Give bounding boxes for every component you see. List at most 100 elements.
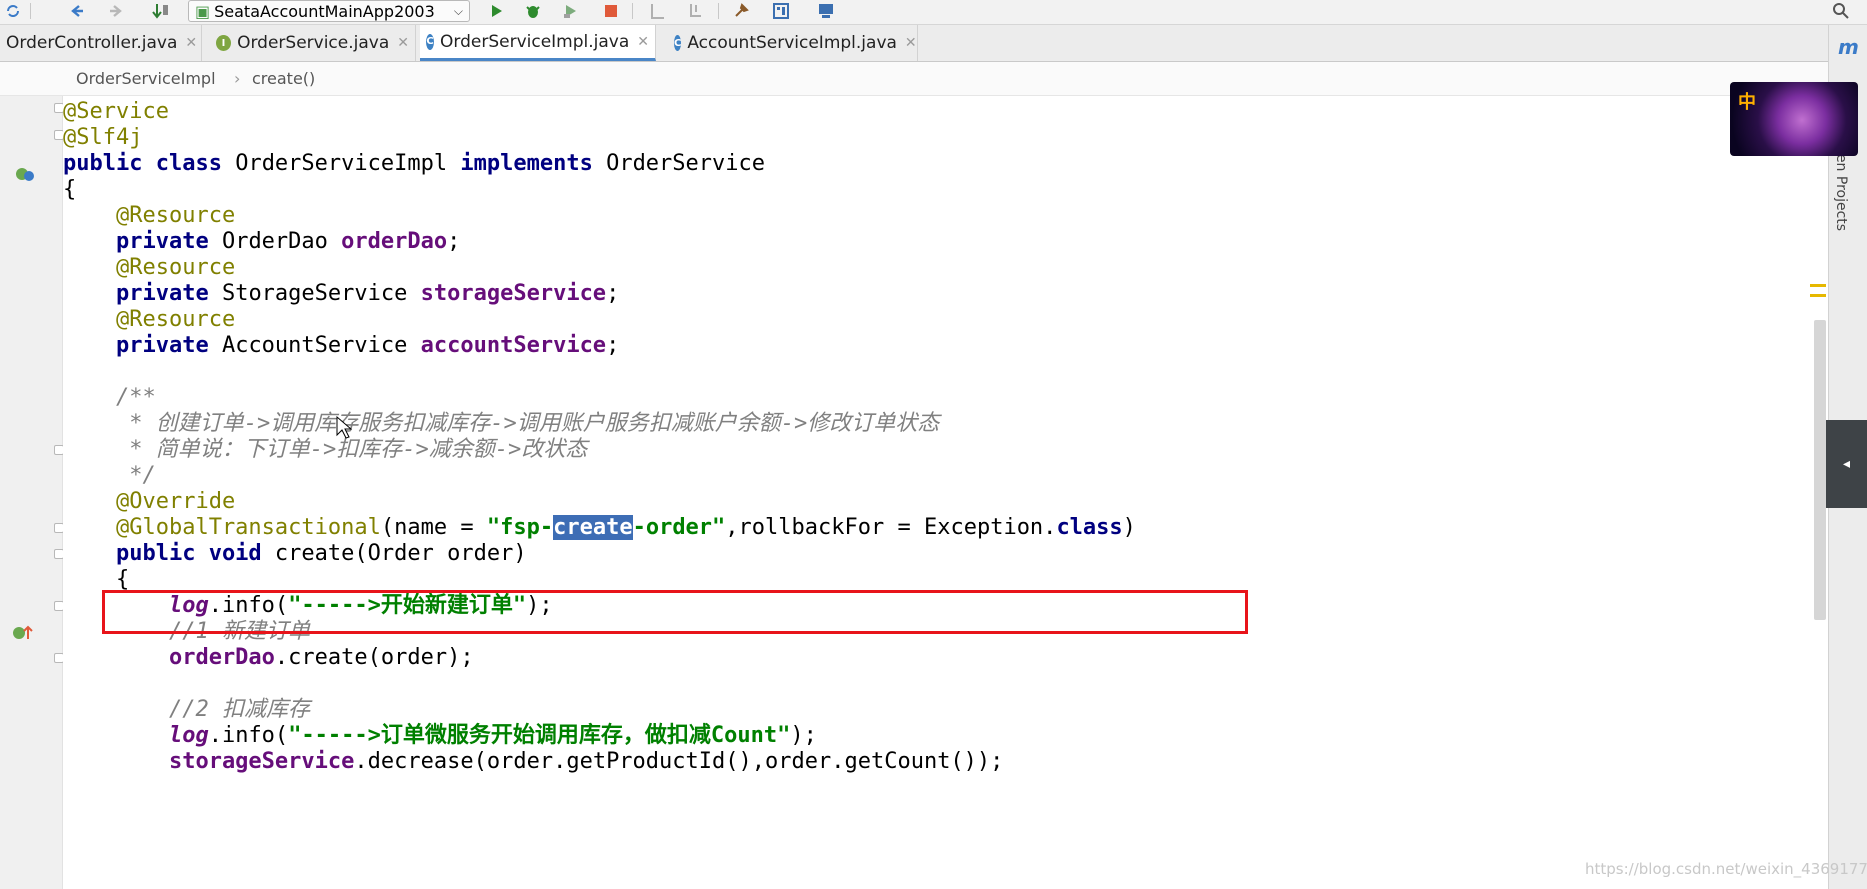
tab-ordercontroller[interactable]: OrderController.java ✕ xyxy=(0,25,202,61)
code-text: ,rollbackFor = Exception. xyxy=(725,515,1057,540)
punct: ); xyxy=(790,723,817,748)
toolbar-separator xyxy=(718,3,719,19)
run-config-label: SeataAccountMainApp2003 xyxy=(214,1,435,21)
build-icon[interactable] xyxy=(150,1,172,21)
close-icon[interactable]: ✕ xyxy=(397,35,409,51)
comment: * 创建订单->调用库存服务扣减库存->调用账户服务扣减账户余额->修改订单状态 xyxy=(63,411,940,436)
brace: { xyxy=(63,177,77,202)
annotation: @Slf4j xyxy=(63,125,143,150)
project-structure-icon[interactable] xyxy=(770,1,792,21)
settings-icon[interactable] xyxy=(730,1,752,21)
field: storageService xyxy=(63,749,355,774)
class-file-icon: C xyxy=(426,33,435,50)
tab-orderservice[interactable]: I OrderService.java ✕ xyxy=(210,25,416,61)
comment: */ xyxy=(63,463,156,488)
watermark: https://blog.csdn.net/weixin_43691773 xyxy=(1585,860,1867,878)
breadcrumb-class[interactable]: OrderServiceImpl xyxy=(76,69,216,88)
vertical-scrollbar[interactable] xyxy=(1814,320,1826,620)
code-text: (name = xyxy=(380,515,487,540)
error-stripe-marker[interactable] xyxy=(1810,294,1826,297)
punct: ; xyxy=(447,229,461,254)
stop-icon[interactable] xyxy=(600,1,622,21)
deploy-icon[interactable] xyxy=(815,1,837,21)
punct: ; xyxy=(606,333,620,358)
string: -order" xyxy=(632,515,726,540)
code-text: .decrease(order.getProductId(),order.get… xyxy=(354,749,1004,774)
run-config-icon: ▣ xyxy=(195,1,211,21)
field: accountService xyxy=(420,333,607,358)
code-line: storageService.decrease(order.getProduct… xyxy=(63,746,1003,777)
implements-method-icon[interactable] xyxy=(12,624,34,646)
punct: ; xyxy=(606,281,620,306)
editor-gutter xyxy=(0,96,64,889)
tab-label: OrderService.java xyxy=(237,33,390,53)
string: "fsp- xyxy=(486,515,554,540)
interface-name: OrderService xyxy=(592,151,766,176)
forward-icon[interactable] xyxy=(105,1,127,21)
brace: { xyxy=(63,567,130,592)
type: AccountService xyxy=(208,333,421,358)
code-editor[interactable]: @Service @Slf4j public class OrderServic… xyxy=(63,96,1828,889)
tab-label: OrderServiceImpl.java xyxy=(440,31,630,52)
overlay-text: 中 xyxy=(1738,92,1756,113)
interface-file-icon: I xyxy=(216,35,232,51)
code-text: create(Order order) xyxy=(261,541,527,566)
annotation: @Resource xyxy=(63,307,236,332)
main-toolbar: ▣ SeataAccountMainApp2003 ⌵ xyxy=(0,0,1867,25)
video-overlay-thumbnail: 中 xyxy=(1730,82,1858,156)
close-icon[interactable]: ✕ xyxy=(185,35,197,51)
search-icon[interactable] xyxy=(1830,1,1852,21)
field: storageService xyxy=(420,281,607,306)
code-line: private AccountService accountService; xyxy=(63,330,619,361)
structure-icon[interactable] xyxy=(647,1,669,21)
annotation: @Override xyxy=(63,489,236,514)
code-line: public void create(Order order) xyxy=(63,538,527,569)
highlight-box xyxy=(102,590,1248,634)
annotation: @Service xyxy=(63,99,169,124)
code-line: orderDao.create(order); xyxy=(63,642,474,673)
sync-icon[interactable] xyxy=(2,1,24,21)
selected-text: create xyxy=(553,515,633,540)
close-icon[interactable]: ✕ xyxy=(637,34,649,50)
string: "----->订单微服务开始调用库存，做扣减Count" xyxy=(288,723,791,748)
tab-accountserviceimpl[interactable]: C AccountServiceImpl.java ✕ xyxy=(668,25,918,61)
annotation: @GlobalTransactional xyxy=(63,515,381,540)
tab-orderserviceimpl[interactable]: C OrderServiceImpl.java ✕ xyxy=(420,25,656,61)
keyword: private xyxy=(63,333,209,358)
chevron-left-icon: ◂ xyxy=(1842,456,1851,472)
class-name: OrderServiceImpl xyxy=(221,151,461,176)
toolbar-separator xyxy=(30,3,31,19)
run-configuration-select[interactable]: ▣ SeataAccountMainApp2003 ⌵ xyxy=(188,0,470,22)
code-line: public class OrderServiceImpl implements… xyxy=(63,148,765,179)
breadcrumb-separator: › xyxy=(234,69,241,88)
field: orderDao xyxy=(63,645,275,670)
breadcrumb: OrderServiceImpl › create() xyxy=(0,62,1828,96)
keyword: public void xyxy=(63,541,262,566)
spring-bean-icon[interactable] xyxy=(14,165,36,187)
coverage-icon[interactable] xyxy=(560,1,582,21)
chevron-down-icon: ⌵ xyxy=(453,3,463,18)
collapse-panel-button[interactable]: ◂ xyxy=(1826,420,1867,508)
back-icon[interactable] xyxy=(66,1,88,21)
breadcrumb-method[interactable]: create() xyxy=(252,69,315,88)
comment: //2 扣减库存 xyxy=(63,697,310,722)
vcs-icon[interactable] xyxy=(685,1,707,21)
punct: ) xyxy=(1122,515,1136,540)
debug-icon[interactable] xyxy=(522,1,544,21)
run-icon[interactable] xyxy=(486,1,508,21)
field: orderDao xyxy=(341,229,448,254)
code-text: .create(order); xyxy=(274,645,474,670)
static-field: log xyxy=(63,723,209,748)
code-text: .info( xyxy=(208,723,289,748)
maven-icon[interactable]: m xyxy=(1838,35,1859,59)
comment: * 简单说：下订单->扣库存->减余额->改状态 xyxy=(63,437,588,462)
tab-label: OrderController.java xyxy=(6,33,178,53)
type: OrderDao xyxy=(208,229,342,254)
annotation: @Resource xyxy=(63,255,236,280)
comment: /** xyxy=(63,385,156,410)
close-icon[interactable]: ✕ xyxy=(905,35,917,51)
type: StorageService xyxy=(208,281,421,306)
keyword: private xyxy=(63,229,209,254)
error-stripe-marker[interactable] xyxy=(1810,284,1826,287)
tab-label: AccountServiceImpl.java xyxy=(687,33,897,53)
